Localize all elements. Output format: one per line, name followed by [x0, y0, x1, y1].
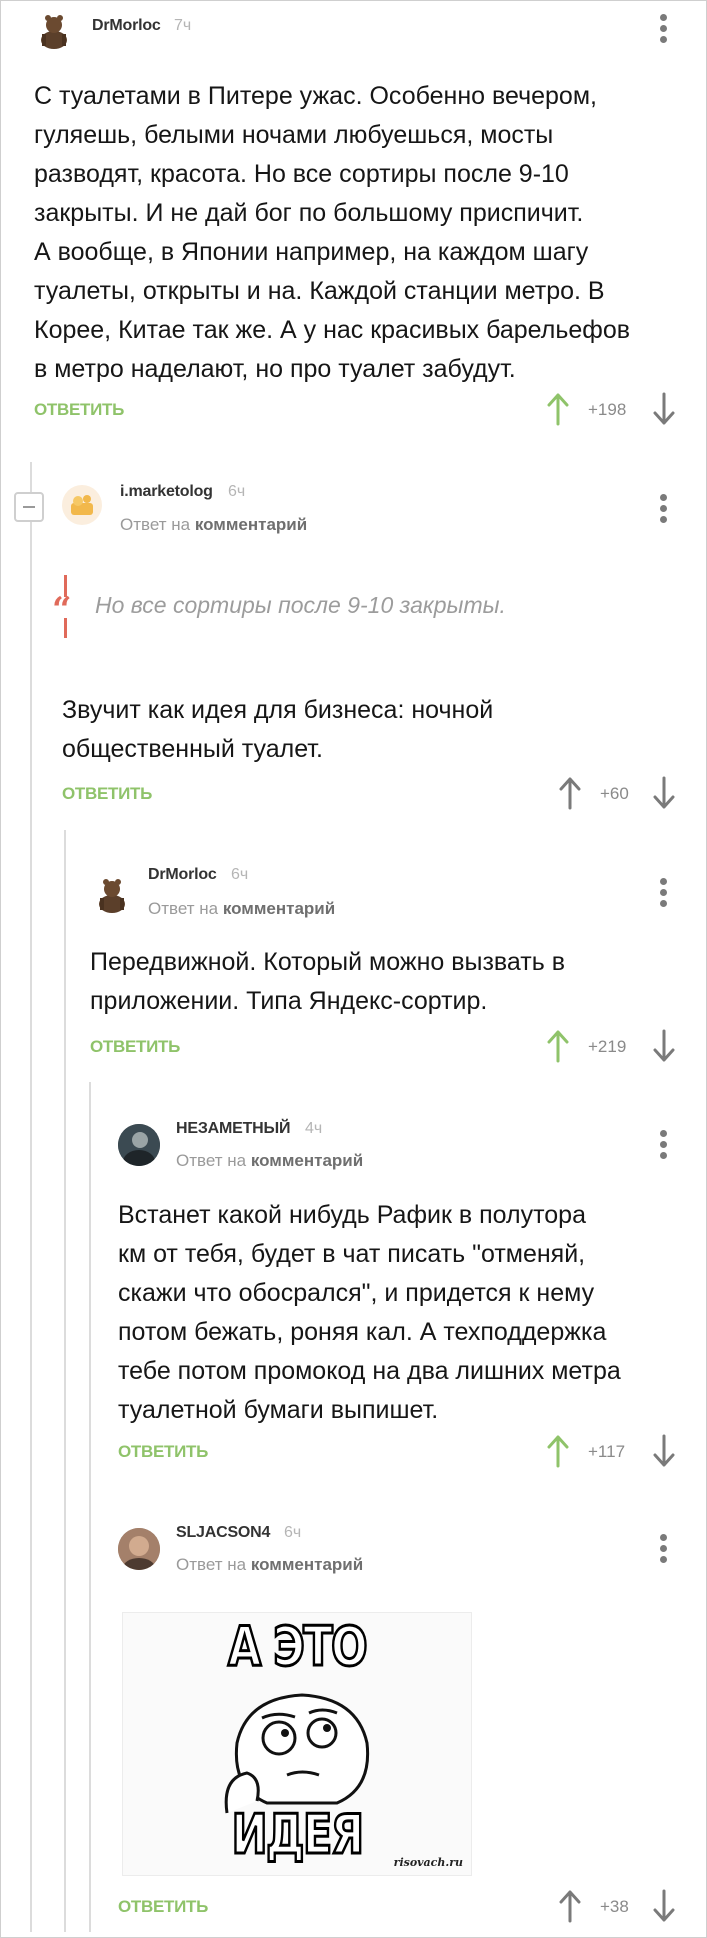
parent-comment-link[interactable]: комментарий [251, 1151, 363, 1170]
thread-line-level2 [64, 830, 66, 1932]
vote-score: +117 [588, 1442, 626, 1461]
arrow-up-icon[interactable] [546, 1029, 570, 1063]
more-vertical-icon[interactable] [660, 494, 668, 527]
thread-line-level3 [89, 1082, 91, 1932]
quote-icon: “ [52, 590, 72, 630]
quote-bar-bottom [64, 618, 67, 638]
reply-to-line: Ответ на комментарий [120, 515, 308, 534]
meme-watermark: risovach.ru [393, 1856, 463, 1869]
parent-comment-link[interactable]: комментарий [195, 515, 307, 534]
vote-score: +38 [600, 1897, 629, 1916]
arrow-down-icon[interactable] [652, 1029, 676, 1063]
comment-time: 6ч [284, 1524, 302, 1541]
avatar[interactable] [92, 874, 132, 914]
quoted-text: Но все сортиры после 9-10 закрыты. [95, 592, 506, 618]
comment-author[interactable]: SLJACSON4 [176, 1524, 270, 1542]
meme-image[interactable]: А ЭТО ИДЕЯ risovach.ru [122, 1612, 472, 1876]
avatar[interactable] [34, 10, 74, 50]
reply-button[interactable]: ОТВЕТИТЬ [62, 784, 152, 804]
comment-time: 6ч [231, 866, 249, 883]
reply-button[interactable]: ОТВЕТИТЬ [118, 1442, 208, 1462]
reply-to-line: Ответ на комментарий [176, 1151, 364, 1170]
arrow-down-icon[interactable] [652, 1434, 676, 1468]
minus-icon[interactable] [14, 492, 44, 522]
more-vertical-icon[interactable] [660, 878, 668, 911]
vote-score: +60 [600, 784, 629, 803]
comment-text: С туалетами в Питере ужас. Особенно вече… [34, 82, 631, 383]
comment-author[interactable]: DrMorloc [148, 866, 217, 884]
comment-author[interactable]: DrMorloc [92, 17, 161, 35]
comment-text: Звучит как идея для бизнеса: ночной обще… [62, 696, 494, 763]
reply-to-line: Ответ на комментарий [148, 899, 336, 918]
arrow-up-icon[interactable] [546, 392, 570, 426]
comment-time: 4ч [305, 1120, 323, 1137]
parent-comment-link[interactable]: комментарий [223, 899, 335, 918]
thinking-face-drawing [224, 1693, 370, 1814]
reply-to-line: Ответ на комментарий [176, 1555, 364, 1574]
reply-button[interactable]: ОТВЕТИТЬ [90, 1037, 180, 1057]
avatar[interactable] [62, 485, 102, 525]
arrow-down-icon[interactable] [652, 392, 676, 426]
reply-button[interactable]: ОТВЕТИТЬ [34, 400, 124, 420]
thread-line-level1 [30, 462, 32, 1932]
arrow-up-icon[interactable] [558, 1889, 582, 1923]
vote-score: +198 [588, 400, 627, 419]
more-vertical-icon[interactable] [660, 1130, 668, 1163]
avatar[interactable] [118, 1124, 160, 1166]
more-vertical-icon[interactable] [660, 14, 668, 47]
comment-time: 6ч [228, 483, 246, 500]
arrow-up-icon[interactable] [558, 776, 582, 810]
comment-text: Встанет какой нибудь Рафик в полутора км… [118, 1201, 621, 1424]
comment-time: 7ч [174, 17, 192, 34]
comment-text: Передвижной. Который можно вызвать в при… [90, 948, 565, 1015]
comment-author[interactable]: i.marketolog [120, 483, 213, 501]
reply-button[interactable]: ОТВЕТИТЬ [118, 1897, 208, 1917]
arrow-down-icon[interactable] [652, 1889, 676, 1923]
vote-score: +219 [588, 1037, 627, 1056]
avatar[interactable] [118, 1528, 160, 1570]
meme-top-text: А ЭТО [227, 1614, 369, 1680]
more-vertical-icon[interactable] [660, 1534, 668, 1567]
parent-comment-link[interactable]: комментарий [251, 1555, 363, 1574]
comment-author[interactable]: НЕЗАМЕТНЫЙ [176, 1120, 291, 1138]
arrow-down-icon[interactable] [652, 776, 676, 810]
arrow-up-icon[interactable] [546, 1434, 570, 1468]
